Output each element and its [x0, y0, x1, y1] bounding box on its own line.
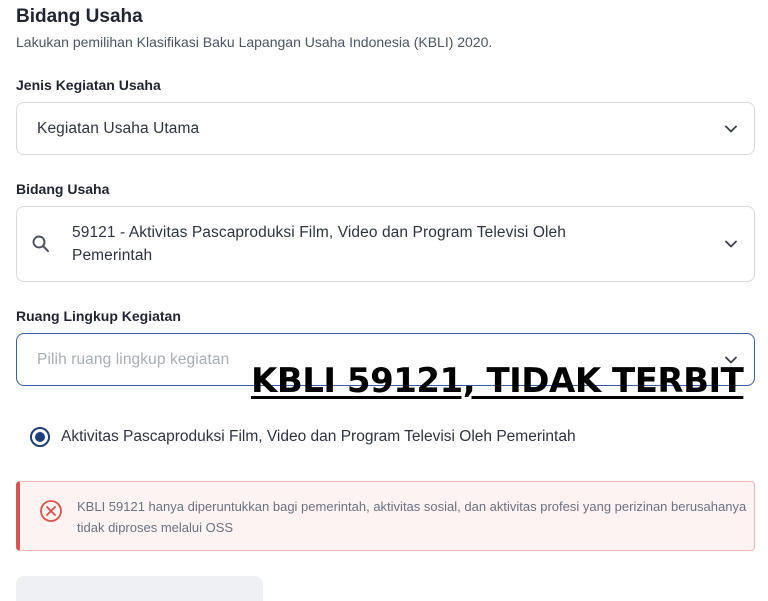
bidang-usaha-value-line1: 59121 - Aktivitas Pascaproduksi Film, Vi…	[72, 224, 566, 241]
search-icon	[31, 234, 51, 254]
bidang-usaha-value-line2: Pemerintah	[72, 247, 153, 264]
section-title: Bidang Usaha	[16, 6, 143, 27]
error-alert: KBLI 59121 hanya diperuntukkan bagi peme…	[16, 481, 755, 551]
overlay-annotation-text: KBLI 59121, TIDAK TERBIT	[251, 361, 744, 401]
radio-option-label: Aktivitas Pascaproduksi Film, Video dan …	[61, 428, 576, 445]
ruang-lingkup-placeholder: Pilih ruang lingkup kegiatan	[37, 351, 230, 368]
bottom-button[interactable]	[16, 576, 263, 601]
radio-button[interactable]	[30, 427, 50, 447]
ruang-lingkup-label: Ruang Lingkup Kegiatan	[16, 308, 181, 324]
radio-option-row[interactable]: Aktivitas Pascaproduksi Film, Video dan …	[30, 426, 576, 448]
jenis-kegiatan-label: Jenis Kegiatan Usaha	[16, 77, 161, 93]
bidang-usaha-select[interactable]: 59121 - Aktivitas Pascaproduksi Film, Vi…	[16, 206, 755, 282]
error-alert-message: KBLI 59121 hanya diperuntukkan bagi peme…	[77, 499, 747, 535]
jenis-kegiatan-select[interactable]: Kegiatan Usaha Utama	[16, 102, 755, 155]
close-circle-icon	[39, 499, 63, 523]
radio-selected-dot	[35, 432, 45, 442]
chevron-down-icon	[724, 237, 738, 251]
chevron-down-icon	[724, 122, 738, 136]
jenis-kegiatan-value: Kegiatan Usaha Utama	[37, 120, 200, 137]
section-subtitle: Lakukan pemilihan Klasifikasi Baku Lapan…	[16, 34, 493, 50]
bidang-usaha-label: Bidang Usaha	[16, 181, 110, 197]
